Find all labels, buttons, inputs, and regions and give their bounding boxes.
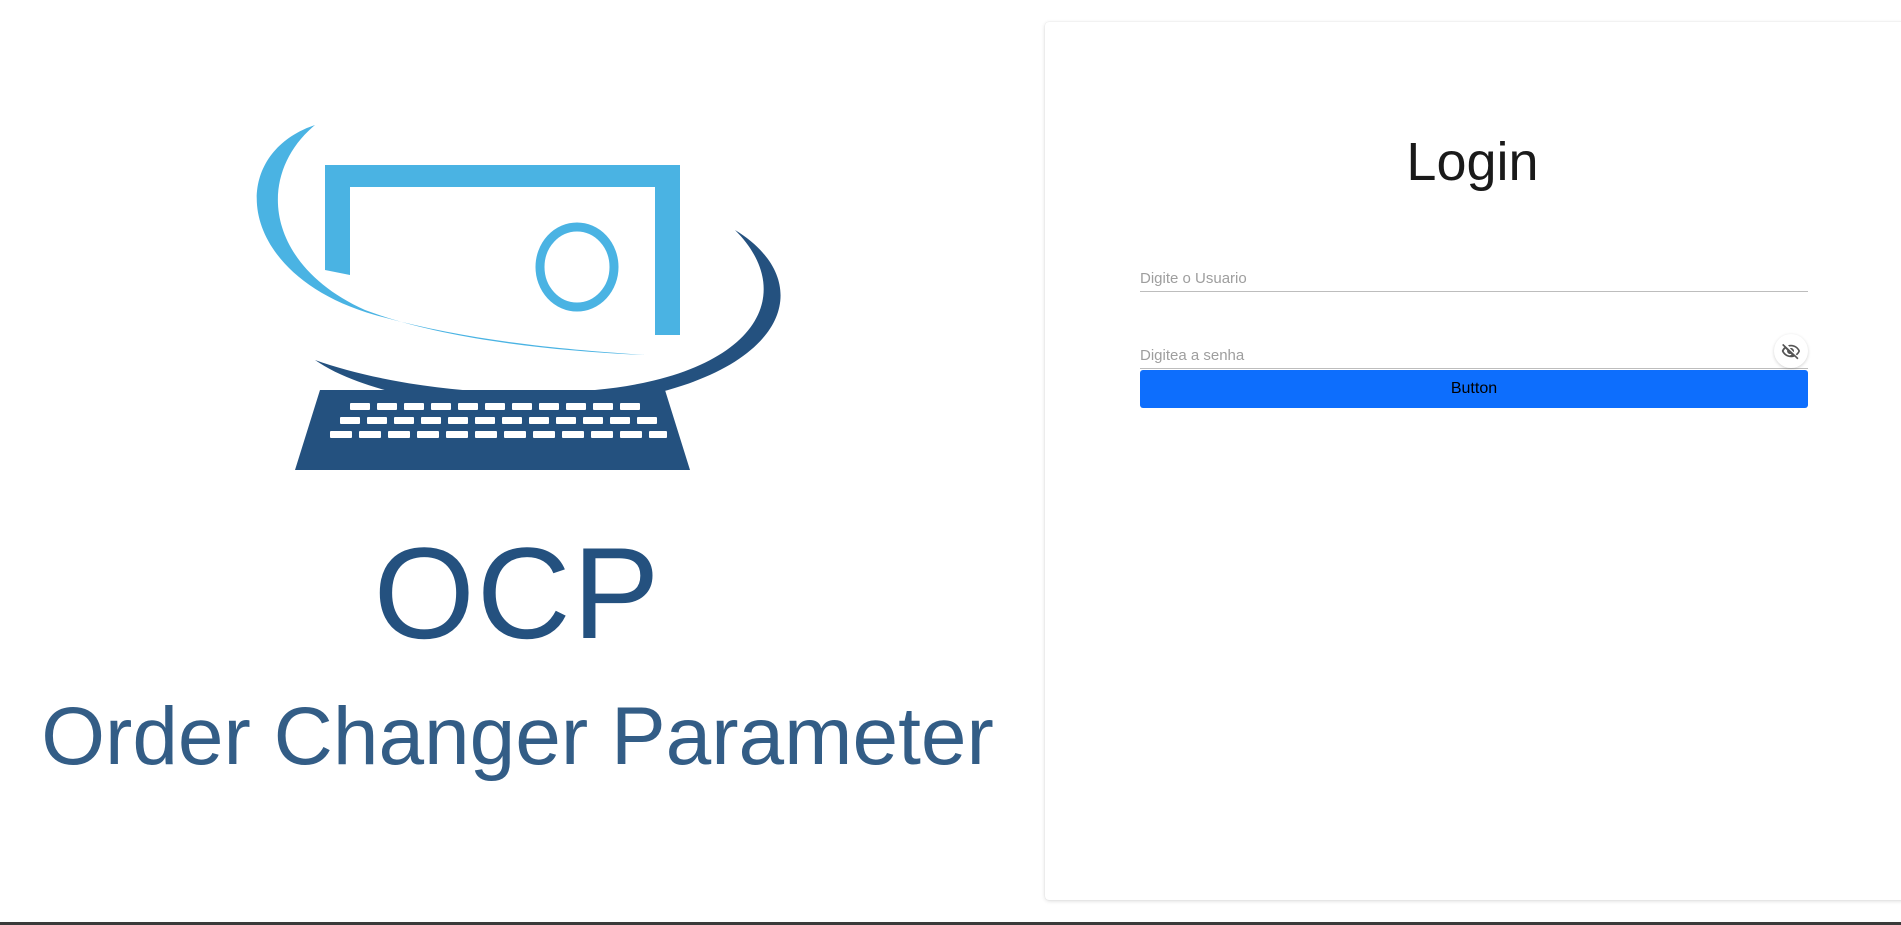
login-title: Login (1406, 132, 1539, 192)
toggle-password-visibility-button[interactable] (1774, 334, 1808, 368)
brand-panel: OCP Order Changer Parameter (0, 0, 1040, 925)
brand-acronym: OCP (373, 520, 662, 666)
login-page: OCP Order Changer Parameter Login Button (0, 0, 1901, 925)
login-submit-button[interactable]: Button (1140, 370, 1808, 408)
login-card: Login Button (1045, 22, 1901, 900)
eye-slash-icon (1781, 343, 1801, 360)
username-field (1140, 255, 1808, 292)
password-input[interactable] (1140, 347, 1740, 364)
username-input[interactable] (1140, 270, 1740, 287)
ocp-logo-icon (256, 125, 781, 470)
password-field (1140, 332, 1808, 369)
brand-full-name: Order Changer Parameter (41, 691, 994, 782)
